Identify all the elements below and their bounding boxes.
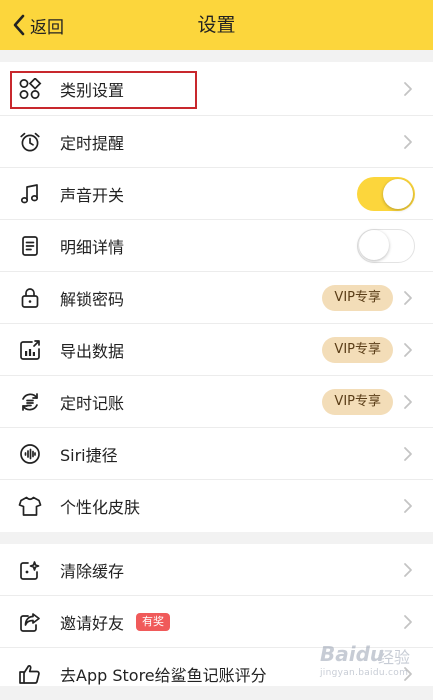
list-icon: [18, 235, 42, 257]
thumbs-up-icon: [18, 663, 42, 685]
settings-item-label: 个性化皮肤: [60, 498, 141, 517]
music-note-icon: [18, 183, 42, 205]
settings-item-category[interactable]: 类别设置: [0, 62, 433, 116]
sound-toggle[interactable]: [357, 176, 415, 211]
sparkle-icon: [18, 559, 42, 581]
settings-item-reminder[interactable]: 定时提醒: [0, 116, 433, 168]
vip-badge: VIP专享: [322, 336, 393, 363]
export-chart-icon: [18, 339, 42, 361]
chevron-right-icon: [404, 446, 412, 461]
cycle-icon: [18, 391, 42, 413]
back-label: 返回: [30, 17, 64, 38]
settings-item-label: 明细详情: [60, 237, 125, 257]
settings-list: 类别设置 定时提醒 声音开关 明细详情 解锁密码 VIP专享 导出数据 VIP专…: [0, 62, 433, 532]
page-title: 设置: [197, 14, 236, 36]
settings-item-label: 定时记账: [60, 393, 125, 413]
settings-item-details[interactable]: 明细详情: [0, 220, 433, 272]
chevron-right-icon: [404, 342, 412, 357]
toggle-knob: [359, 230, 389, 260]
settings-item-export[interactable]: 导出数据 VIP专享: [0, 324, 433, 376]
chevron-left-icon: [13, 14, 25, 36]
settings-item-label: 解锁密码: [60, 289, 125, 309]
chevron-right-icon: [404, 667, 412, 681]
settings-item-label: Siri捷径: [60, 445, 118, 465]
settings-item-sound[interactable]: 声音开关: [0, 168, 433, 220]
share-icon: [18, 611, 42, 633]
settings-item-label: 定时提醒: [60, 133, 125, 153]
settings-item-label: 邀请好友 有奖: [60, 596, 171, 647]
back-button[interactable]: 返回: [12, 0, 64, 50]
settings-item-auto-record[interactable]: 定时记账 VIP专享: [0, 376, 433, 428]
settings-item-label: 导出数据: [60, 341, 125, 361]
details-toggle[interactable]: [357, 228, 415, 263]
chevron-right-icon: [404, 394, 412, 409]
chevron-right-icon: [404, 614, 412, 629]
vip-badge: VIP专享: [322, 388, 393, 415]
chevron-right-icon: [404, 499, 412, 513]
settings-item-invite[interactable]: 邀请好友 有奖: [0, 596, 433, 648]
settings-item-rate[interactable]: 去App Store给鲨鱼记账评分: [0, 648, 433, 700]
vip-badge: VIP专享: [322, 284, 393, 311]
lock-icon: [18, 287, 42, 309]
settings-item-unlock[interactable]: 解锁密码 VIP专享: [0, 272, 433, 324]
nav-bar: 返回 设置: [0, 0, 433, 50]
chevron-right-icon: [404, 134, 412, 149]
settings-item-siri[interactable]: Siri捷径: [0, 428, 433, 480]
reward-badge: 有奖: [136, 612, 171, 631]
chevron-right-icon: [404, 290, 412, 305]
invite-label: 邀请好友: [60, 613, 125, 633]
tshirt-icon: [18, 495, 42, 517]
grid-icon: [18, 77, 42, 100]
more-list: 清除缓存 邀请好友 有奖 去App Store给鲨鱼记账评分: [0, 544, 433, 686]
settings-item-skin[interactable]: 个性化皮肤: [0, 480, 433, 532]
toggle-knob: [383, 178, 413, 209]
chevron-right-icon: [404, 81, 412, 96]
settings-item-label: 清除缓存: [60, 561, 125, 581]
siri-icon: [18, 443, 42, 465]
chevron-right-icon: [404, 562, 412, 577]
settings-item-label: 类别设置: [60, 80, 125, 100]
alarm-clock-icon: [18, 131, 42, 153]
settings-item-clear-cache[interactable]: 清除缓存: [0, 544, 433, 596]
settings-item-label: 声音开关: [60, 185, 125, 205]
settings-item-label: 去App Store给鲨鱼记账评分: [60, 666, 267, 685]
